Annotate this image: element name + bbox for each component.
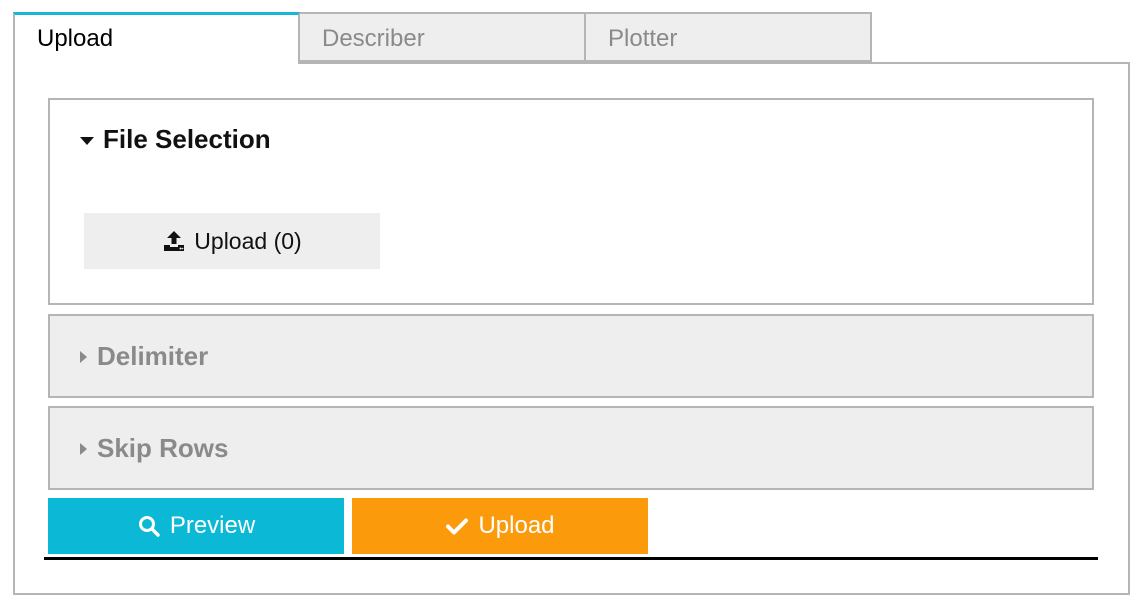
delimiter-header[interactable]: Delimiter [80, 341, 208, 372]
tab-plotter[interactable]: Plotter [584, 12, 872, 62]
file-selection-title: File Selection [103, 124, 271, 154]
file-selection-header[interactable]: File Selection [80, 124, 271, 155]
file-upload-label: Upload (0) [194, 227, 302, 254]
divider [44, 557, 1098, 560]
tab-describer[interactable]: Describer [298, 12, 586, 62]
upload-icon [164, 231, 185, 251]
delimiter-section[interactable]: Delimiter [48, 314, 1094, 398]
preview-button[interactable]: Preview [48, 498, 344, 554]
tab-upload-label: Upload [37, 25, 114, 52]
checkmark-icon [446, 518, 469, 535]
upload-submit-button[interactable]: Upload [352, 498, 648, 554]
tab-describer-label: Describer [322, 25, 425, 52]
skip-rows-title: Skip Rows [97, 433, 229, 463]
preview-label: Preview [169, 512, 256, 539]
caret-down-icon [80, 136, 94, 145]
file-upload-button[interactable]: Upload (0) [84, 213, 380, 269]
app-page: Upload Describer Plotter File Selection … [0, 0, 1144, 608]
tab-plotter-label: Plotter [608, 25, 678, 52]
file-selection-section: File Selection Upload (0) [48, 98, 1094, 305]
caret-right-icon [80, 442, 87, 455]
skip-rows-header[interactable]: Skip Rows [80, 433, 228, 464]
search-icon [138, 516, 160, 537]
delimiter-title: Delimiter [97, 341, 209, 371]
tab-upload[interactable]: Upload [13, 12, 300, 64]
upload-submit-label: Upload [478, 512, 555, 539]
skip-rows-section[interactable]: Skip Rows [48, 406, 1094, 490]
caret-right-icon [80, 350, 87, 363]
